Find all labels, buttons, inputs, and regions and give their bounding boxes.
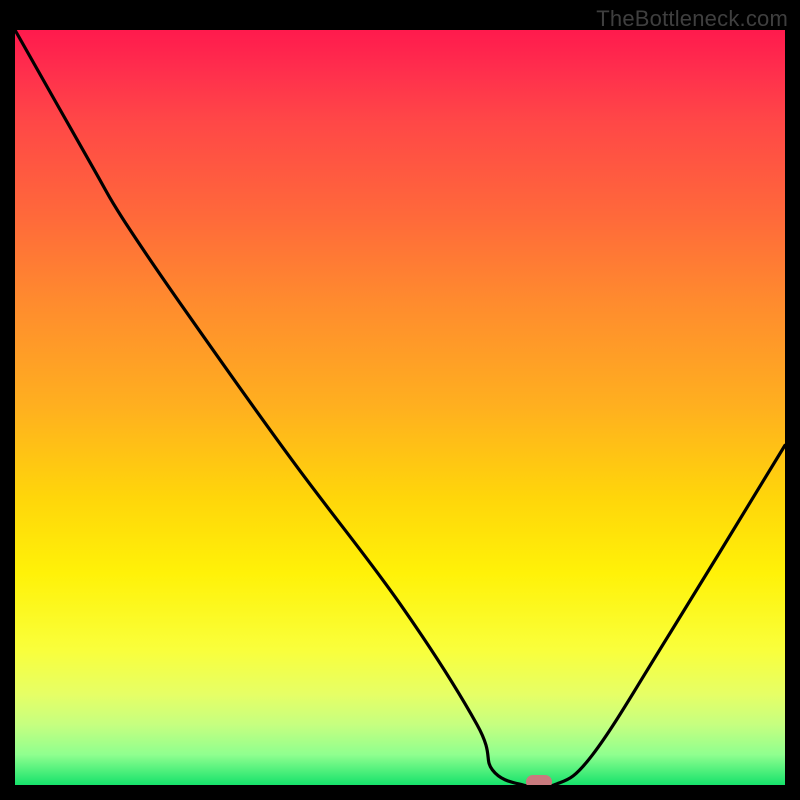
y-axis	[10, 30, 15, 790]
watermark-text: TheBottleneck.com	[596, 6, 788, 32]
bottleneck-curve	[15, 30, 785, 785]
chart-container: TheBottleneck.com	[0, 0, 800, 800]
x-axis	[10, 785, 790, 790]
